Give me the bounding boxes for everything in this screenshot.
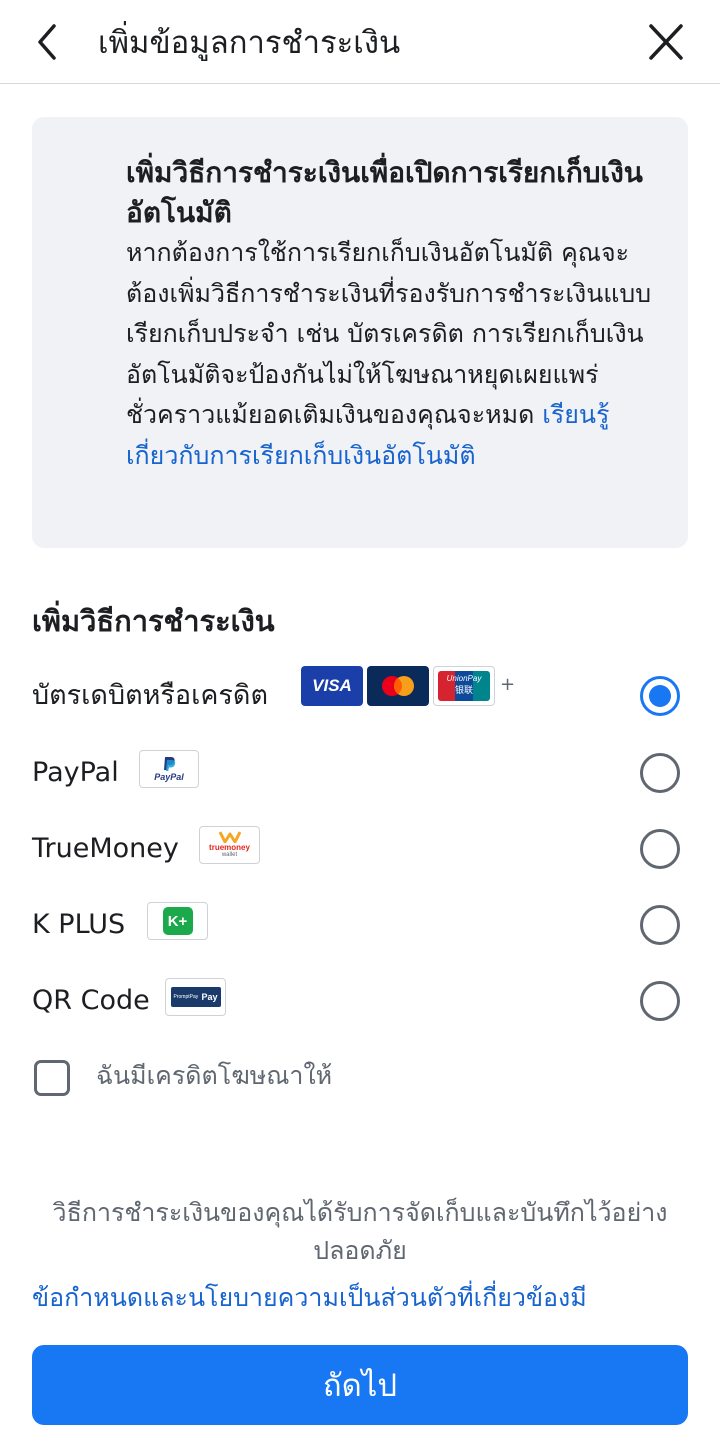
promptpay-logo: PromptPay Pay	[165, 978, 226, 1016]
info-title: เพิ่มวิธีการชำระเงินเพื่อเปิดการเรียกเก็…	[126, 156, 643, 229]
radio-kplus[interactable]	[640, 905, 680, 945]
radio-card[interactable]	[640, 676, 680, 716]
auto-billing-info-card: เพิ่มวิธีการชำระเงินเพื่อเปิดการเรียกเก็…	[32, 117, 688, 548]
truemoney-logo-inner: truemoney wallet	[209, 831, 250, 859]
method-label: บัตรเดบิตหรือเครดิต	[32, 680, 268, 711]
info-body: หากต้องการใช้การเรียกเก็บเงินอัตโนมัติ ค…	[126, 233, 658, 476]
promptpay-pay-text: Pay	[201, 992, 218, 1002]
paypal-p-icon	[164, 757, 176, 771]
radio-qrcode[interactable]	[640, 981, 680, 1021]
kplus-logo-text: K+	[167, 912, 188, 930]
kplus-badge: K+	[162, 907, 193, 935]
section-title: เพิ่มวิธีการชำระเงิน	[32, 604, 275, 638]
payment-method-card[interactable]: บัตรเดบิตหรือเครดิต VISA UnionPay 银联 +	[0, 666, 720, 724]
payment-method-kplus[interactable]: K PLUS K+	[0, 897, 720, 953]
promptpay-badge: PromptPay Pay	[170, 987, 221, 1007]
more-cards-indicator: +	[500, 674, 516, 695]
promptpay-logo-text: PromptPay	[173, 994, 199, 1000]
next-button[interactable]: ถัดไป	[32, 1345, 688, 1425]
back-button[interactable]	[30, 22, 70, 62]
secure-storage-note: วิธีการชำระเงินของคุณได้รับการจัดเก็บและ…	[52, 1198, 668, 1265]
radio-truemoney[interactable]	[640, 829, 680, 869]
truemoney-logo-text: truemoney	[209, 843, 250, 852]
method-label: QR Code	[32, 985, 150, 1016]
close-button[interactable]	[644, 22, 688, 62]
paypal-logo-inner: PayPal	[154, 756, 184, 782]
ad-credit-label[interactable]: ฉันมีเครดิตโฆษณาให้	[96, 1057, 332, 1095]
method-label: K PLUS	[32, 909, 126, 940]
unionpay-chinese-text: 银联	[454, 686, 473, 696]
close-icon	[649, 24, 683, 60]
mastercard-circles-icon	[382, 676, 414, 696]
method-label: PayPal	[32, 757, 119, 788]
kplus-logo: K+	[147, 902, 208, 940]
radio-paypal[interactable]	[640, 753, 680, 793]
header-bar: เพิ่มข้อมูลการชำระเงิน	[0, 0, 720, 84]
paypal-logo: PayPal	[139, 750, 199, 788]
page-title: เพิ่มข้อมูลการชำระเงิน	[98, 25, 401, 61]
ad-credit-checkbox[interactable]	[34, 1060, 70, 1096]
truemoney-wallet-text: wallet	[221, 852, 238, 858]
payment-method-qrcode[interactable]: QR Code PromptPay Pay	[0, 973, 720, 1029]
unionpay-stripes: UnionPay 银联	[438, 671, 490, 701]
truemoney-logo: truemoney wallet	[199, 826, 260, 864]
visa-logo: VISA	[301, 666, 363, 706]
payment-method-paypal[interactable]: PayPal PayPal	[0, 745, 720, 801]
chevron-left-icon	[38, 24, 56, 60]
payment-method-truemoney[interactable]: TrueMoney truemoney wallet	[0, 821, 720, 877]
unionpay-logo: UnionPay 银联	[433, 666, 495, 706]
mastercard-logo	[367, 666, 429, 706]
terms-policy-link[interactable]: ข้อกำหนดและนโยบายความเป็นส่วนตัวที่เกี่ย…	[32, 1279, 587, 1317]
truemoney-w-icon	[218, 831, 241, 843]
visa-logo-text: VISA	[312, 676, 352, 695]
paypal-logo-text: PayPal	[154, 772, 184, 782]
method-label: TrueMoney	[32, 833, 179, 864]
unionpay-text: UnionPay	[446, 674, 482, 683]
